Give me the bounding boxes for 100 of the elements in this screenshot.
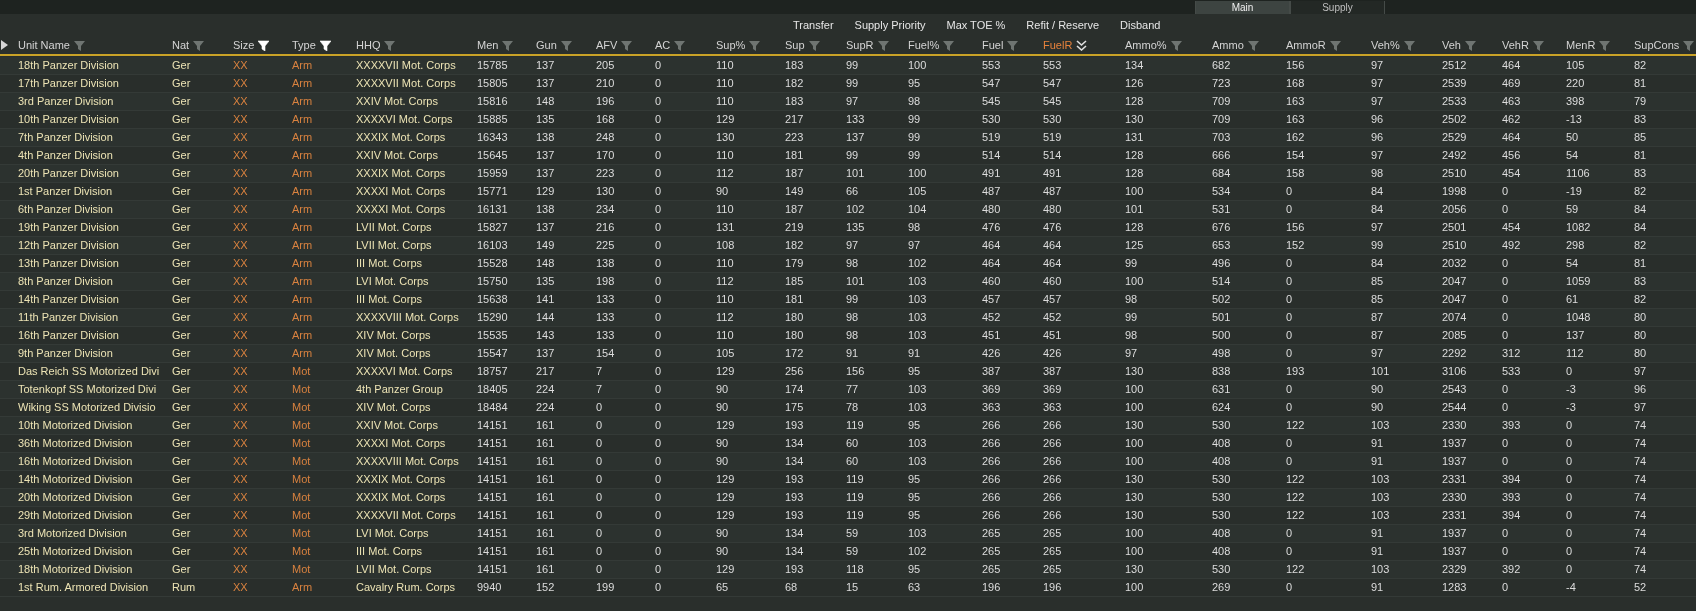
table-cell-text: 110 [716,148,735,164]
action-button[interactable]: Disband [1120,16,1161,34]
table-cell-text: 256 [785,364,805,380]
table-cell-text: XX [233,184,249,200]
table-cell-text: 90 [716,436,730,452]
column-header[interactable]: Men [477,36,536,54]
column-header[interactable]: Sup% [716,36,785,54]
column-header[interactable]: SupR [846,36,908,54]
table-cell-text: 0 [1566,526,1574,542]
table-cell-text: 98 [908,220,922,236]
table-cell-text: Arm [292,202,314,218]
column-header[interactable]: Veh% [1371,36,1442,54]
table-cell-text: 130 [1125,508,1145,524]
table-cell-text: Arm [292,328,314,344]
column-header[interactable]: Type [292,36,356,54]
table-cell-text: 14151 [477,490,509,506]
table-cell-text: 14151 [477,562,509,578]
table-cell-text: 0 [1566,490,1574,506]
table-cell-text: Ger [172,418,192,434]
column-header[interactable]: HHQ [356,36,477,54]
column-header[interactable]: Fuel [982,36,1043,54]
table-cell-text: 266 [982,418,1002,434]
table-cell-text: 14th Panzer Division [18,292,120,308]
table-cell-text: 11th Panzer Division [18,310,120,326]
table-cell-text: Ger [172,166,192,182]
table-cell-text: Das Reich SS Motorized Divi [18,364,161,380]
action-button[interactable]: Supply Priority [854,16,926,34]
column-header[interactable]: AC [655,36,716,54]
column-header[interactable]: VehR [1502,36,1566,54]
column-header[interactable]: Nat [172,36,233,54]
table-cell-text: 193 [785,418,805,434]
table-cell-text: 0 [1286,256,1294,272]
column-header[interactable]: Size [233,36,292,54]
table-cell-text: 90 [716,382,730,398]
table-cell-text: 77 [846,382,860,398]
column-header[interactable]: Sup [785,36,846,54]
table-cell-text: Totenkopf SS Motorized Divi [18,382,158,398]
table-cell-text: 29th Motorized Division [18,508,134,524]
table-cell-text: 1106 [1566,166,1591,182]
table-cell-text: 4th Panzer Group [356,382,444,398]
column-header[interactable]: AmmoR [1286,36,1371,54]
table-cell-text: 95 [908,76,922,92]
table-cell-text: 15528 [477,256,509,272]
column-header[interactable]: Ammo% [1125,36,1212,54]
column-header[interactable]: Veh [1442,36,1502,54]
table-cell-text: 122 [1286,508,1306,524]
table-cell-text: 464 [982,238,1002,254]
column-header[interactable]: MenR [1566,36,1634,54]
table-cell-text: 122 [1286,472,1306,488]
table-cell-text: 514 [1043,148,1063,164]
table-cell-text: 110 [716,58,735,74]
table-cell-text: 454 [1502,220,1522,236]
column-header[interactable]: Fuel% [908,36,982,54]
table-cell-text: Ger [172,94,192,110]
table-cell-text: 183 [785,94,805,110]
table-cell-text: XXXXVII Mot. Corps [356,508,457,524]
table-cell-text: III Mot. Corps [356,256,424,272]
column-header[interactable]: AFV [596,36,655,54]
table-cell-text: XXXXVII Mot. Corps [356,58,457,74]
table-cell-text: 130 [1125,490,1145,506]
table-cell-text: 2085 [1442,328,1468,344]
table-cell-text: -3 [1566,382,1577,398]
sort-icon[interactable] [1076,39,1088,51]
table-cell-text: 134 [785,436,805,452]
table-cell-text: 137 [536,346,556,362]
table-cell-text: 143 [536,328,556,344]
tab[interactable]: Main [1195,1,1290,14]
table-cell-text: Arm [292,256,314,272]
filter-icon[interactable] [258,39,270,51]
column-header[interactable]: Unit Name [18,36,172,54]
tab[interactable]: Supply [1290,1,1385,14]
table-cell-text: 387 [1043,364,1063,380]
table-cell-text: 2539 [1442,76,1468,92]
table-cell-text: 119 [846,472,865,488]
table-cell-text: 0 [1286,346,1294,362]
action-button[interactable]: Refit / Reserve [1026,16,1100,34]
column-header[interactable]: Gun [536,36,596,54]
table-cell-text: 158 [1286,166,1306,182]
column-header[interactable]: SupCons [1634,36,1696,54]
table-cell-text: 103 [908,382,928,398]
table-cell-text: 85 [1634,130,1648,146]
column-header[interactable]: FuelR [1043,36,1125,54]
table-cell-text: XX [233,238,249,254]
action-button[interactable]: Max TOE % [946,16,1006,34]
table-cell-text: 110 [716,94,735,110]
arrow-icon[interactable] [1,40,8,50]
column-header[interactable]: Ammo [1212,36,1286,54]
table-cell-text: 0 [655,490,663,506]
table-cell-text: 19th Panzer Division [18,220,120,236]
table-cell-text: 105 [908,184,928,200]
filter-icon[interactable] [319,39,331,51]
table-cell-text: 2529 [1442,130,1468,146]
table-cell-text: Ger [172,562,192,578]
table-cell-text: 137 [536,148,556,164]
table-cell-text: 97 [1371,76,1385,92]
table-cell-text: 162 [1286,130,1306,146]
table-cell-text: XX [233,256,249,272]
action-button[interactable]: Transfer [793,16,834,34]
table-cell-text: 0 [1566,454,1574,470]
table-cell-text: 103 [908,436,928,452]
